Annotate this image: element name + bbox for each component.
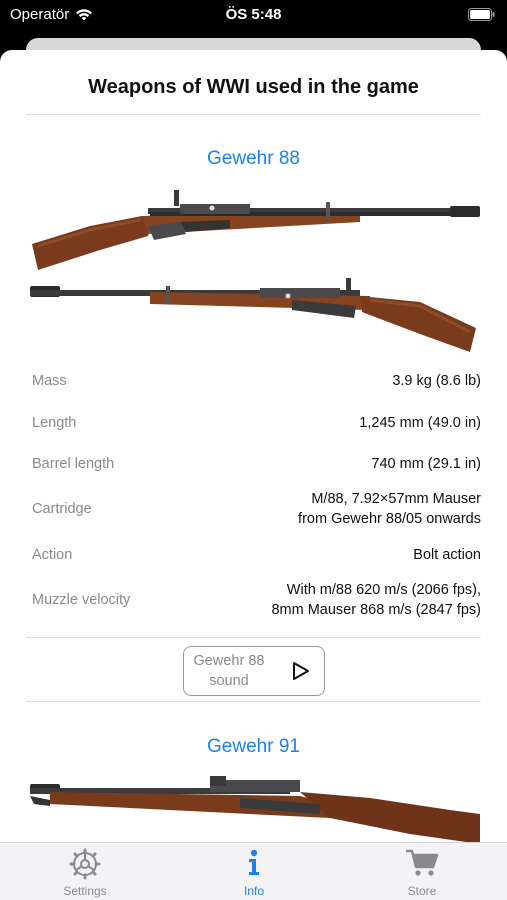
divider (26, 114, 481, 115)
spec-value: 1,245 mm (49.0 in) (359, 415, 481, 431)
spec-value: M/88, 7.92×57mm Mauser from Gewehr 88/05… (298, 491, 481, 527)
spec-row-length: Length 1,245 mm (49.0 in) (32, 412, 481, 434)
spec-label: Mass (32, 373, 67, 389)
spec-label: Length (32, 415, 77, 431)
spec-row-mass: Mass 3.9 kg (8.6 lb) (32, 370, 481, 392)
tab-label: Info (243, 884, 264, 898)
gear-icon (69, 848, 101, 880)
spec-label: Cartridge (32, 501, 92, 517)
tab-label: Store (407, 884, 437, 898)
tab-info[interactable]: Info (194, 843, 314, 900)
spec-row-muzzle-velocity: Muzzle velocity With m/88 620 m/s (2066 … (32, 579, 481, 621)
spec-label: Action (32, 547, 73, 563)
tab-settings[interactable]: Settings (25, 843, 145, 900)
info-sheet[interactable]: Weapons of WWI used in the game Gewehr 8… (0, 50, 507, 900)
rifle-image-side-right (30, 278, 476, 352)
rifle-image-gewehr-91 (30, 776, 480, 844)
tab-bar: Settings Info Store (0, 842, 507, 900)
play-sound-button[interactable]: Gewehr 88 sound (183, 646, 325, 696)
spec-label: Muzzle velocity (32, 592, 131, 608)
divider (26, 701, 481, 702)
spec-row-barrel-length: Barrel length 740 mm (29.1 in) (32, 453, 481, 475)
tab-label: Settings (63, 884, 107, 898)
spec-value: 740 mm (29.1 in) (371, 456, 481, 472)
sound-button-label: Gewehr 88 sound (193, 653, 265, 689)
spec-value: With m/88 620 m/s (2066 fps), 8mm Mauser… (271, 582, 481, 618)
divider (26, 637, 481, 638)
page-title: Weapons of WWI used in the game (88, 76, 419, 98)
weapon-title-gewehr-91: Gewehr 91 (207, 736, 300, 757)
cart-icon (406, 849, 439, 876)
spec-row-cartridge: Cartridge M/88, 7.92×57mm Mauser from Ge… (32, 488, 481, 530)
spec-label: Barrel length (32, 456, 115, 472)
info-icon (249, 849, 259, 875)
spec-row-action: Action Bolt action (32, 544, 481, 566)
status-bar: Operatör ÖS 5:48 (0, 0, 507, 30)
tab-store[interactable]: Store (362, 843, 482, 900)
play-icon (293, 662, 309, 680)
clock: ÖS 5:48 (225, 6, 282, 23)
weapon-title-gewehr-88: Gewehr 88 (207, 148, 300, 169)
spec-value: 3.9 kg (8.6 lb) (392, 373, 481, 389)
spec-value: Bolt action (413, 547, 481, 563)
battery-icon (468, 8, 495, 26)
rifle-image-side-left (32, 190, 480, 270)
